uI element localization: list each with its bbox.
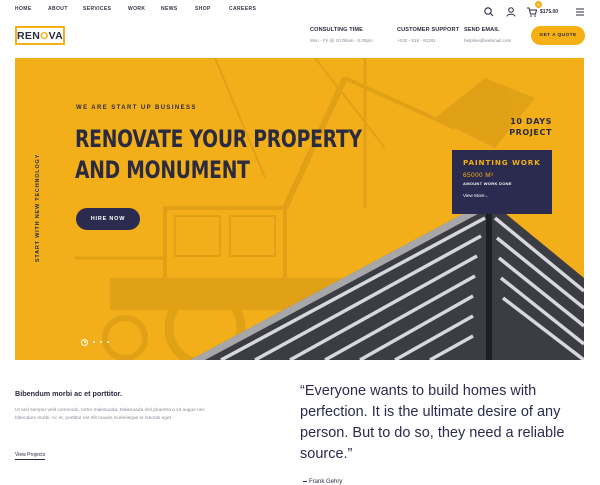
- view-more-link[interactable]: View More...: [463, 193, 552, 198]
- consulting-time-title: CONSULTING TIME: [310, 27, 363, 33]
- project-days-line1: 10 DAYS: [510, 117, 552, 126]
- work-card-area: 65000 M²: [463, 172, 494, 179]
- menu-icon[interactable]: [574, 5, 586, 17]
- about-title: Bibendum morbi ac et porttitor.: [15, 389, 123, 398]
- customer-support-title: CUSTOMER SUPPORT: [397, 27, 460, 33]
- hero-title-line2: AND MONUMENT: [75, 156, 250, 184]
- nav-item-home[interactable]: HOME: [15, 6, 32, 12]
- consulting-time-value: Mon - Fri @ 10.00am - 5.00pm: [310, 38, 373, 43]
- about-text: Ut sed semper velit commodo, tortor male…: [15, 408, 205, 422]
- nav-item-careers[interactable]: CAREERS: [229, 6, 256, 12]
- slider-dot-1[interactable]: [81, 338, 88, 346]
- nav-item-work[interactable]: WORK: [128, 6, 145, 12]
- top-navigation: HOME ABOUT SERVICES WORK NEWS SHOP CAREE…: [0, 0, 600, 22]
- view-projects-link[interactable]: View Projects: [15, 452, 46, 460]
- logo-text-part3: VA: [48, 29, 63, 42]
- hero-title-line1: RENOVATE YOUR PROPERTY: [75, 125, 362, 153]
- nav-item-shop[interactable]: SHOP: [195, 6, 211, 12]
- work-card-subtitle: AMOUNT WORK DONE: [463, 181, 512, 186]
- nav-item-news[interactable]: NEWS: [161, 6, 178, 12]
- hire-now-button[interactable]: HIRE NOW: [76, 208, 140, 230]
- testimonial-author: Frank Gehry: [303, 479, 342, 485]
- send-email-value[interactable]: helpline@webmail.com: [464, 38, 511, 43]
- logo-text-part1: REN: [17, 29, 41, 42]
- slider-pagination: [81, 338, 114, 346]
- nav-item-about[interactable]: ABOUT: [48, 6, 68, 12]
- slider-dot-3[interactable]: [100, 341, 102, 343]
- painting-work-card: PAINTING WORK 65000 M² AMOUNT WORK DONE …: [452, 150, 552, 214]
- cart-total[interactable]: $175.00: [540, 9, 558, 15]
- user-icon[interactable]: [505, 5, 517, 17]
- project-days-line2: PROJECT: [509, 128, 552, 137]
- send-email-title: SEND EMAIL: [464, 27, 500, 33]
- slider-dot-2[interactable]: [93, 341, 95, 343]
- customer-support-value[interactable]: +102 - 918 - 91291: [397, 38, 436, 43]
- nav-item-services[interactable]: SERVICES: [83, 6, 111, 12]
- hero-eyebrow: WE ARE START UP BUSINESS: [76, 105, 197, 111]
- hero-slider: START WITH NEW TECHNOLOGY WE ARE START U…: [15, 58, 584, 360]
- get-a-quote-button[interactable]: GET A QUOTE: [531, 26, 585, 45]
- hero-title: RENOVATE YOUR PROPERTY AND MONUMENT: [75, 124, 362, 186]
- work-card-title: PAINTING WORK: [463, 158, 541, 167]
- cart-count-badge: 0: [535, 1, 542, 8]
- search-icon[interactable]: [483, 5, 495, 17]
- logo[interactable]: REN O VA: [15, 26, 65, 45]
- slider-dot-4[interactable]: [107, 341, 109, 343]
- testimonial-quote: “Everyone wants to build homes with perf…: [300, 383, 565, 462]
- logo-text-accent: O: [40, 29, 49, 42]
- hero-vertical-tagline: START WITH NEW TECHNOLOGY: [35, 153, 41, 263]
